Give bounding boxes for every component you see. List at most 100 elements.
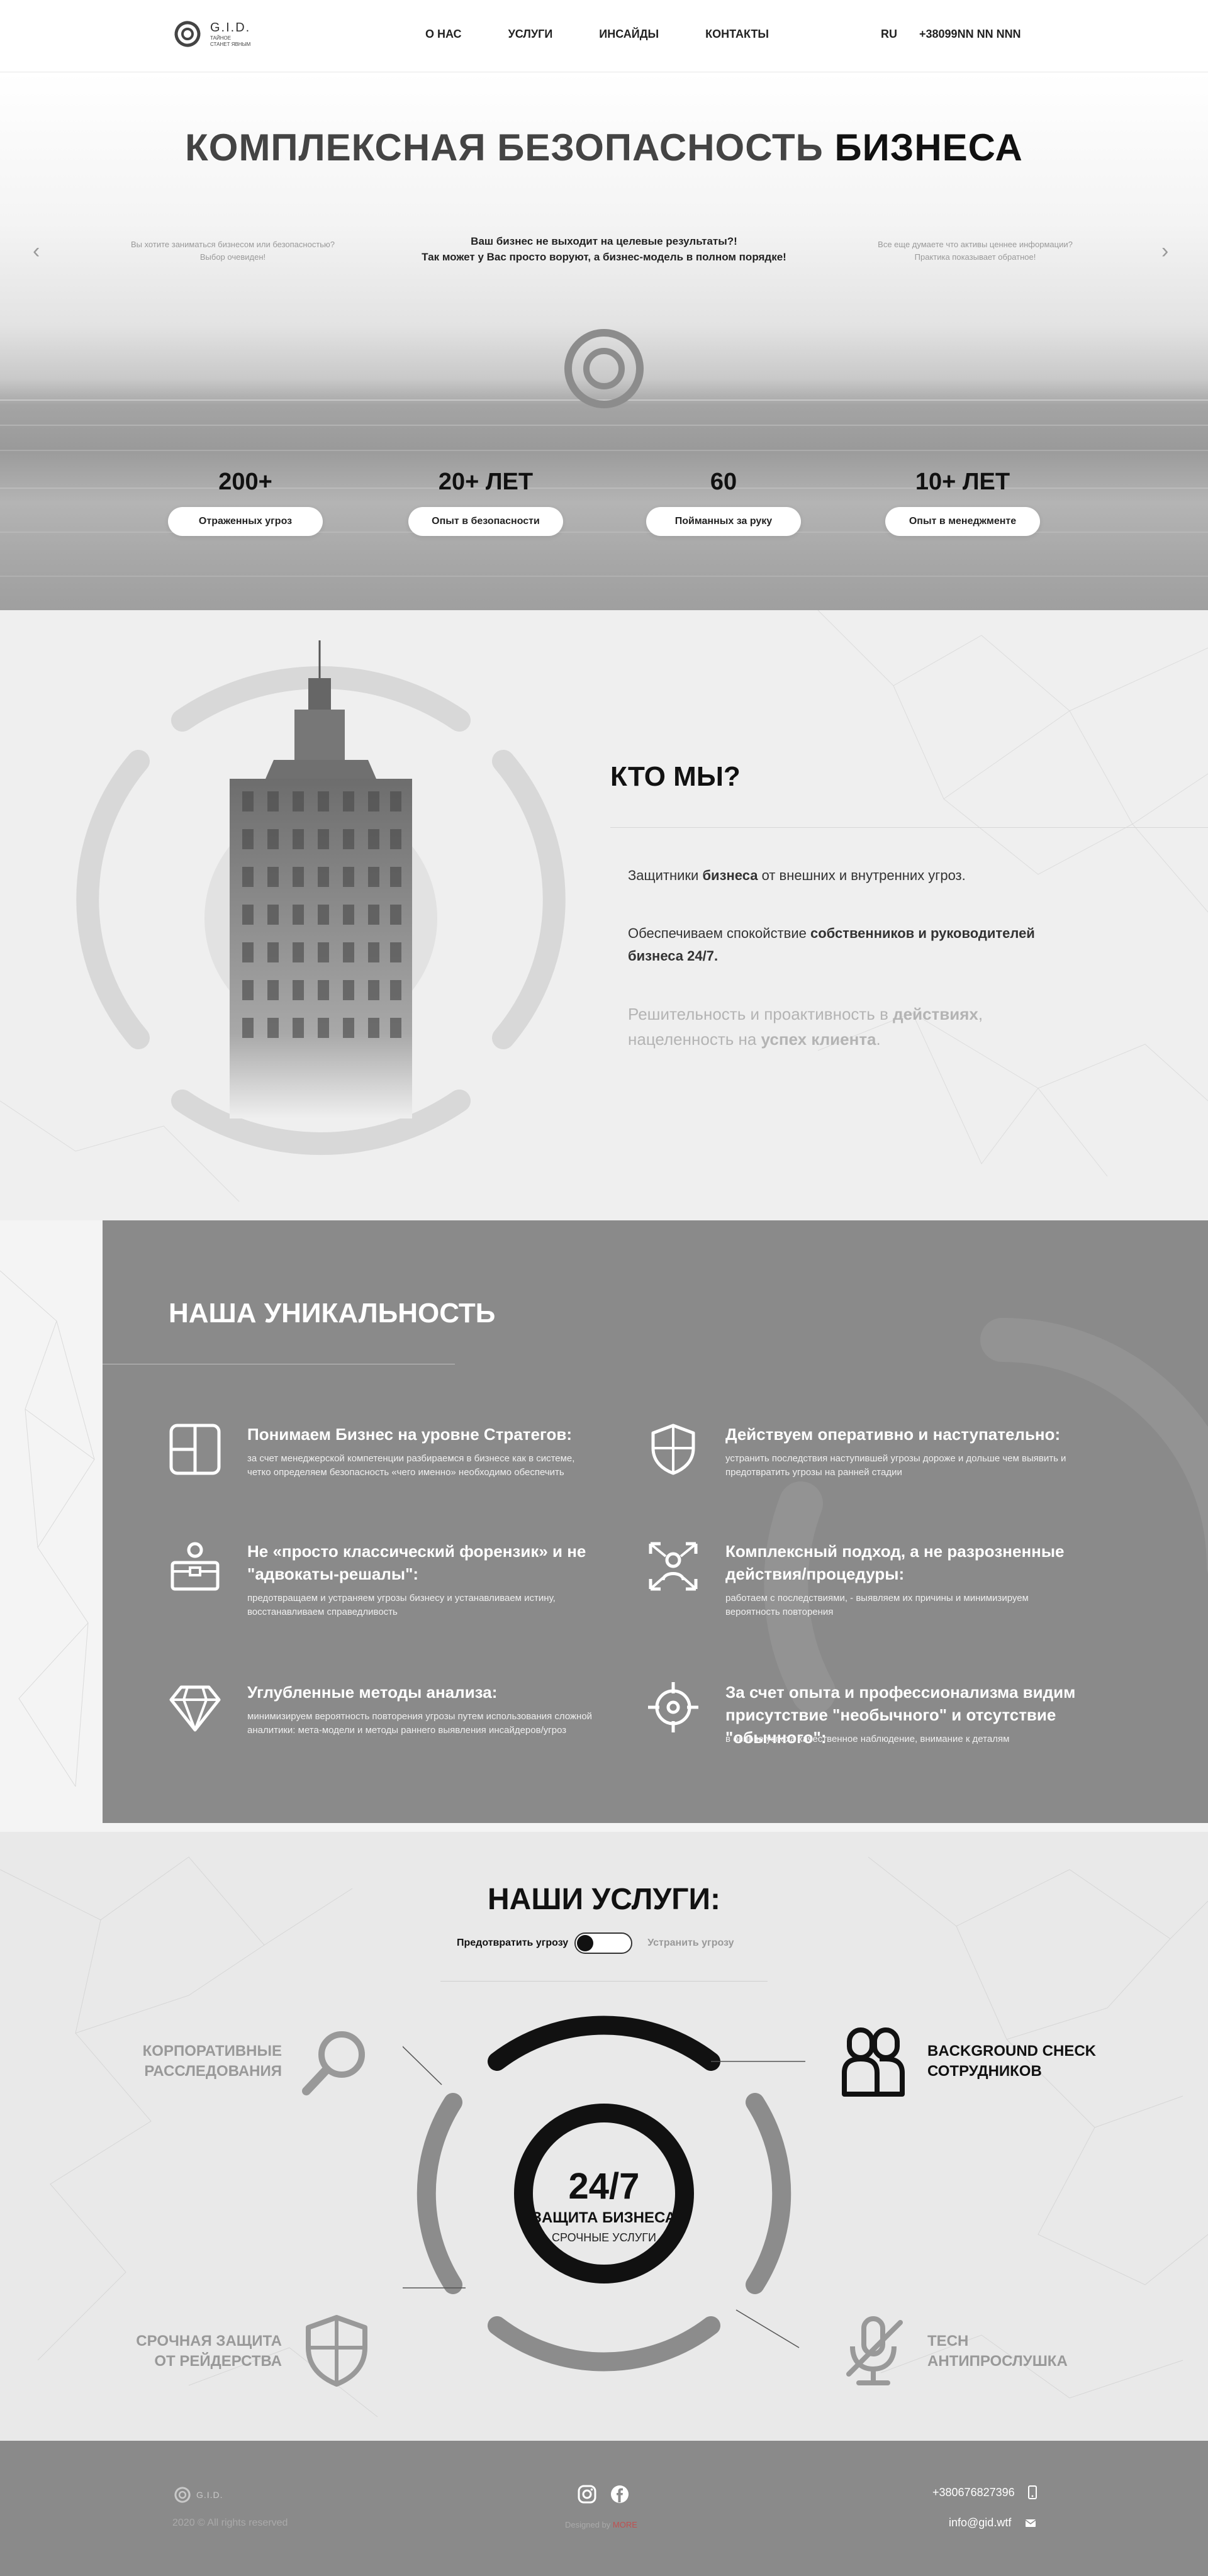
logo-text: G.I.D. bbox=[210, 20, 251, 35]
stat-security-experience: 20+ ЛЕТ Опыт в безопасности bbox=[391, 469, 580, 536]
slide-current-line-1: Ваш бизнес не выходит на целевые результ… bbox=[471, 235, 737, 247]
who-p3-bold-1: действиях bbox=[893, 1005, 978, 1023]
service-raider-protection[interactable]: СРОЧНАЯ ЗАЩИТА ОТ РЕЙДЕРСТВА bbox=[120, 2331, 282, 2372]
who-title: КТО МЫ? bbox=[610, 761, 741, 792]
slide-next[interactable]: Все еще думаете что активы ценнее информ… bbox=[862, 238, 1088, 264]
feature-text: минимизируем вероятность повторения угро… bbox=[247, 1711, 593, 1736]
feature-proactive: Действуем оперативно и наступательно: ус… bbox=[647, 1423, 1112, 1492]
shield-icon[interactable] bbox=[302, 2314, 371, 2389]
people-icon[interactable] bbox=[836, 2024, 911, 2099]
feature-text: устранить последствия наступившей угрозы… bbox=[725, 1453, 1066, 1478]
service-label-line-1: TECH bbox=[927, 2333, 969, 2350]
footer-email-text: info@gid.wtf bbox=[949, 2516, 1012, 2529]
service-label-line-2: СОТРУДНИКОВ bbox=[927, 2063, 1042, 2080]
slide-prev[interactable]: Вы хотите заниматься бизнесом или безопа… bbox=[120, 238, 346, 264]
who-p1-text: Защитники bbox=[628, 867, 703, 883]
nav-services[interactable]: УСЛУГИ bbox=[508, 28, 553, 41]
nav-about[interactable]: О НАС bbox=[425, 28, 462, 41]
diamond-icon bbox=[169, 1685, 221, 1732]
feature-title: Понимаем Бизнес на уровне Стратегов: bbox=[247, 1425, 572, 1444]
toggle-label-prevent[interactable]: Предотвратить угрозу bbox=[457, 1938, 568, 1949]
site-footer: G.I.D. 2020 © All rights reserved Design… bbox=[0, 2441, 1208, 2576]
network-person-icon bbox=[649, 1542, 698, 1591]
toggle-knob bbox=[577, 1935, 594, 1951]
slider-prev-arrow-icon[interactable]: ‹ bbox=[33, 239, 40, 264]
sea-wave bbox=[0, 425, 1208, 426]
hero-logo-icon bbox=[564, 329, 644, 408]
language-switcher[interactable]: RU bbox=[881, 28, 897, 41]
logo-tagline-line-2: СТАНЕТ ЯВНЫМ bbox=[210, 41, 251, 47]
nav-contacts[interactable]: КОНТАКТЫ bbox=[705, 28, 769, 41]
slide-current-line-2: Так может у Вас просто воруют, а бизнес-… bbox=[422, 251, 786, 263]
footer-phone[interactable]: +380676827396 bbox=[932, 2485, 1037, 2500]
magnifier-icon[interactable] bbox=[299, 2026, 374, 2101]
service-label-line-1: СРОЧНАЯ ЗАЩИТА bbox=[136, 2333, 282, 2350]
feature-text: работаем с последствиями, - выявляем их … bbox=[725, 1593, 1029, 1617]
footer-email[interactable]: info@gid.wtf bbox=[949, 2516, 1036, 2529]
hero-title: КОМПЛЕКСНАЯ БЕЗОПАСНОСТЬ БИЗНЕСА bbox=[0, 126, 1208, 169]
phone-icon bbox=[1027, 2485, 1037, 2499]
who-p1-text-end: от внешних и внутренних угроз. bbox=[758, 867, 966, 883]
slide-next-line-2: Практика показывает обратное! bbox=[914, 252, 1036, 262]
stat-label: Опыт в менеджменте bbox=[885, 507, 1040, 536]
center-urgent-services: СРОЧНЫЕ УСЛУГИ bbox=[552, 2231, 656, 2244]
facebook-icon[interactable] bbox=[610, 2485, 629, 2504]
building-illustration bbox=[230, 640, 412, 1118]
hero-title-bold: БИЗНЕСА bbox=[834, 126, 1023, 169]
service-mode-toggle-group: Предотвратить угрозу Устранить угрозу bbox=[457, 1932, 734, 1954]
header-phone-link[interactable]: +38099NN NN NNN bbox=[919, 28, 1021, 41]
services-title: НАШИ УСЛУГИ: bbox=[488, 1883, 720, 1916]
stat-value: 20+ ЛЕТ bbox=[438, 469, 534, 495]
toggle-label-eliminate[interactable]: Устранить угрозу bbox=[647, 1938, 734, 1949]
feature-strategy: Понимаем Бизнес на уровне Стратегов: за … bbox=[169, 1423, 634, 1492]
feature-title: Комплексный подход, а не разрозненные де… bbox=[725, 1542, 1065, 1583]
service-label-line-2: ОТ РЕЙДЕРСТВА bbox=[154, 2353, 282, 2370]
who-paragraph-3: Решительность и проактивность в действия… bbox=[628, 1001, 1068, 1052]
shield-icon bbox=[651, 1424, 695, 1475]
instagram-icon[interactable] bbox=[578, 2485, 596, 2504]
who-p3-bold-2: успех клиента bbox=[761, 1030, 876, 1049]
nav-insights[interactable]: ИНСАЙДЫ bbox=[599, 28, 659, 41]
sea-wave bbox=[0, 450, 1208, 451]
service-label-line-1: BACKGROUND CHECK bbox=[927, 2043, 1096, 2060]
hero-section: КОМПЛЕКСНАЯ БЕЗОПАСНОСТЬ БИЗНЕСА ‹ › Вы … bbox=[0, 72, 1208, 610]
sea-wave bbox=[0, 576, 1208, 577]
stat-value: 10+ ЛЕТ bbox=[915, 469, 1010, 495]
footer-phone-text: +380676827396 bbox=[932, 2485, 1015, 2499]
layout-icon bbox=[169, 1424, 221, 1475]
feature-deep-analysis: Углубленные методы анализа: минимизируем… bbox=[169, 1681, 634, 1756]
who-paragraph-2: Обеспечиваем спокойствие собственников и… bbox=[628, 922, 1068, 967]
slider-next-arrow-icon[interactable]: › bbox=[1161, 239, 1168, 264]
designed-by-label: Designed by bbox=[565, 2520, 611, 2529]
who-p1-bold: бизнеса bbox=[702, 867, 758, 883]
logo-tagline: ТАЙНОЕ СТАНЕТ ЯВНЫМ bbox=[210, 35, 250, 48]
service-background-check[interactable]: BACKGROUND CHECK СОТРУДНИКОВ bbox=[927, 2041, 1116, 2082]
logo[interactable]: G.I.D. ТАЙНОЕ СТАНЕТ ЯВНЫМ bbox=[171, 18, 250, 50]
who-p2-text: Обеспечиваем спокойствие bbox=[628, 925, 810, 941]
service-label-line-1: КОРПОРАТИВНЫЕ bbox=[142, 2043, 282, 2060]
stat-caught: 60 Пойманных за руку bbox=[629, 469, 818, 536]
copyright: 2020 © All rights reserved bbox=[172, 2517, 288, 2528]
service-mode-toggle[interactable] bbox=[574, 1932, 633, 1954]
mic-off-icon[interactable] bbox=[840, 2314, 909, 2389]
logo-tagline-line-1: ТАЙНОЕ bbox=[210, 35, 232, 41]
social-links bbox=[578, 2485, 629, 2504]
target-icon bbox=[648, 1682, 698, 1732]
site-header: G.I.D. ТАЙНОЕ СТАНЕТ ЯВНЫМ О НАС УСЛУГИ … bbox=[0, 0, 1208, 72]
feature-text: предотвращаем и устраняем угрозы бизнесу… bbox=[247, 1593, 556, 1617]
services-section: НАШИ УСЛУГИ: Предотвратить угрозу Устран… bbox=[0, 1832, 1208, 2441]
uniqueness-title: НАША УНИКАЛЬНОСТЬ bbox=[169, 1298, 496, 1329]
feature-title: Углубленные методы анализа: bbox=[247, 1683, 498, 1702]
logo-icon bbox=[174, 2487, 191, 2503]
hero-title-light: КОМПЛЕКСНАЯ БЕЗОПАСНОСТЬ bbox=[185, 126, 824, 169]
footer-logo[interactable]: G.I.D. bbox=[172, 2485, 223, 2505]
designed-by: Designed by MORE bbox=[565, 2520, 637, 2529]
footer-logo-text: G.I.D. bbox=[196, 2490, 223, 2500]
briefcase-person-icon bbox=[171, 1542, 220, 1591]
feature-title: Действуем оперативно и наступательно: bbox=[725, 1425, 1061, 1444]
service-anti-eavesdropping[interactable]: TECH АНТИПРОСЛУШКА bbox=[927, 2331, 1116, 2372]
feature-complex-approach: Комплексный подход, а не разрозненные де… bbox=[647, 1540, 1112, 1617]
designer-link[interactable]: MORE bbox=[613, 2520, 637, 2529]
stat-label: Пойманных за руку bbox=[646, 507, 801, 536]
service-corporate-investigations[interactable]: КОРПОРАТИВНЫЕ РАССЛЕДОВАНИЯ bbox=[120, 2041, 282, 2082]
